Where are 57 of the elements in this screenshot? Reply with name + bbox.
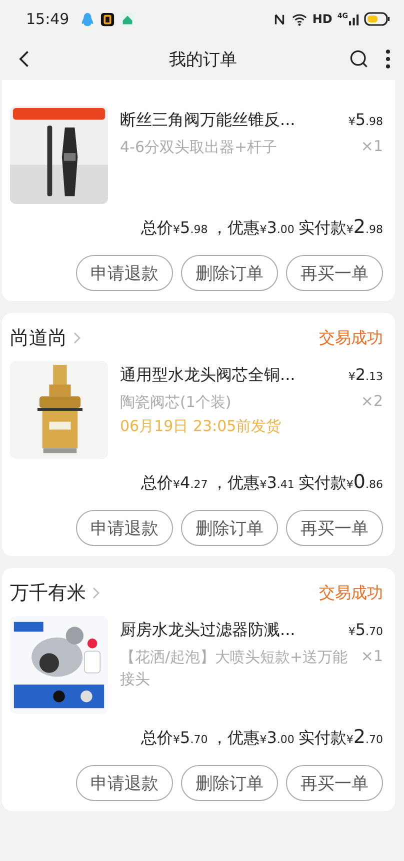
search-icon[interactable] bbox=[348, 48, 370, 70]
summary-amount: ¥0.86 bbox=[346, 471, 383, 493]
summary-label: 实付款 bbox=[298, 728, 346, 749]
summary-label: 实付款 bbox=[298, 473, 346, 494]
order-action-button[interactable]: 删除订单 bbox=[181, 255, 278, 291]
wifi-icon bbox=[292, 12, 308, 26]
product-variant: 4-6分双头取出器+杆子 bbox=[120, 137, 278, 158]
order-action-button[interactable]: 申请退款 bbox=[76, 255, 173, 291]
house-icon bbox=[120, 12, 136, 26]
order-status: 交易成功 bbox=[319, 582, 383, 604]
order-action-button[interactable]: 再买一单 bbox=[286, 765, 383, 801]
hd-indicator: HD bbox=[312, 12, 332, 26]
summary-amount: ¥2.98 bbox=[346, 216, 383, 238]
unit-price: ¥5.70 bbox=[348, 620, 383, 639]
summary-label: ，优惠 bbox=[212, 473, 260, 494]
summary-label: ，优惠 bbox=[212, 728, 260, 749]
quantity: ×1 bbox=[360, 647, 383, 667]
summary-amount: ¥5.98 bbox=[173, 218, 208, 237]
product-variant: 【花洒/起泡】大喷头短款+送万能接头 bbox=[120, 647, 349, 690]
penguin-icon bbox=[80, 12, 96, 26]
chevron-icon bbox=[73, 331, 81, 345]
summary-label: ，优惠 bbox=[212, 218, 260, 239]
summary-amount: ¥2.70 bbox=[346, 726, 383, 748]
order-action-button[interactable]: 申请退款 bbox=[76, 510, 173, 546]
order-action-button[interactable]: 删除订单 bbox=[181, 765, 278, 801]
quantity: ×2 bbox=[360, 392, 383, 412]
order-action-button[interactable]: 申请退款 bbox=[76, 765, 173, 801]
summary-amount: ¥3.00 bbox=[260, 728, 294, 747]
summary-amount: ¥3.41 bbox=[260, 473, 294, 492]
more-icon[interactable] bbox=[384, 48, 392, 70]
status-time: 15:49 bbox=[26, 10, 70, 28]
summary-amount: ¥4.27 bbox=[173, 473, 208, 492]
quantity: ×1 bbox=[360, 137, 383, 157]
unit-price: ¥2.13 bbox=[348, 365, 383, 384]
order-action-button[interactable]: 删除订单 bbox=[181, 510, 278, 546]
unit-price: ¥5.98 bbox=[348, 110, 383, 129]
order-action-button[interactable]: 再买一单 bbox=[286, 510, 383, 546]
summary-label: 实付款 bbox=[298, 218, 346, 239]
summary-label: 总价 bbox=[141, 728, 174, 749]
battery-icon bbox=[364, 12, 390, 26]
summary-label: 总价 bbox=[141, 473, 174, 494]
shop-name[interactable]: 尚道尚 bbox=[10, 325, 67, 351]
summary-amount: ¥3.00 bbox=[260, 218, 294, 237]
shop-name[interactable]: 万千有米 bbox=[10, 580, 86, 606]
signal-icon bbox=[349, 12, 359, 26]
chevron-icon bbox=[92, 586, 100, 600]
product-variant: 陶瓷阀芯(1个装) bbox=[120, 392, 232, 413]
order-status: 交易成功 bbox=[319, 328, 383, 348]
delivery-notice: 06月19日 23:05前发货 bbox=[120, 416, 282, 436]
product-title[interactable]: 厨房水龙头过滤器防溅... bbox=[120, 620, 296, 641]
summary-amount: ¥5.70 bbox=[173, 728, 208, 747]
order-action-button[interactable]: 再买一单 bbox=[286, 255, 383, 291]
summary-label: 总价 bbox=[141, 218, 174, 239]
product-title[interactable]: 断丝三角阀万能丝锥反... bbox=[120, 110, 296, 131]
page-title: 我的订单 bbox=[168, 48, 238, 70]
app-icon bbox=[100, 12, 116, 26]
product-title[interactable]: 通用型水龙头阀芯全铜... bbox=[120, 365, 296, 386]
